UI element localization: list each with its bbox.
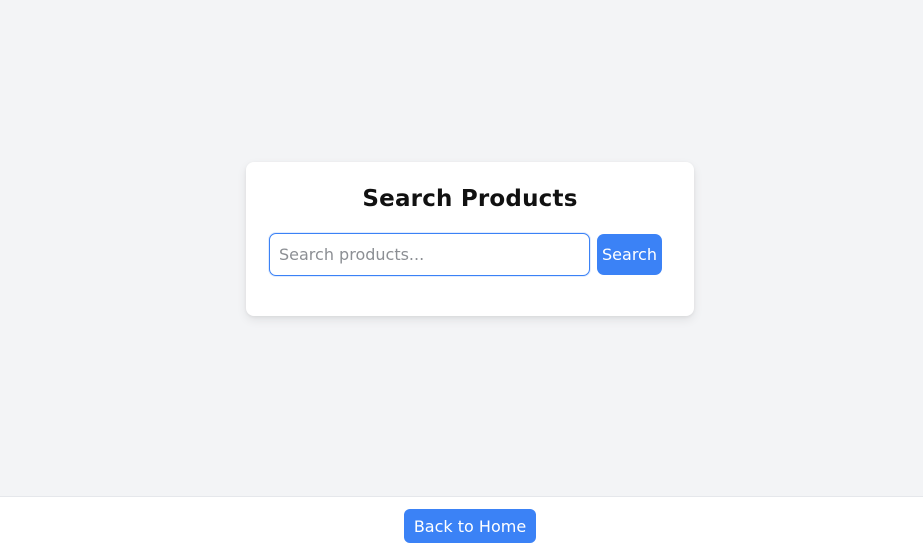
search-input[interactable] (269, 233, 590, 276)
footer-bar: Back to Home (0, 496, 923, 553)
search-card: Search Products Search (246, 162, 694, 316)
main-area: Search Products Search (0, 0, 923, 496)
search-button[interactable]: Search (597, 234, 662, 275)
back-to-home-button[interactable]: Back to Home (404, 509, 536, 543)
search-row: Search (269, 233, 662, 276)
page-title: Search Products (362, 186, 578, 212)
